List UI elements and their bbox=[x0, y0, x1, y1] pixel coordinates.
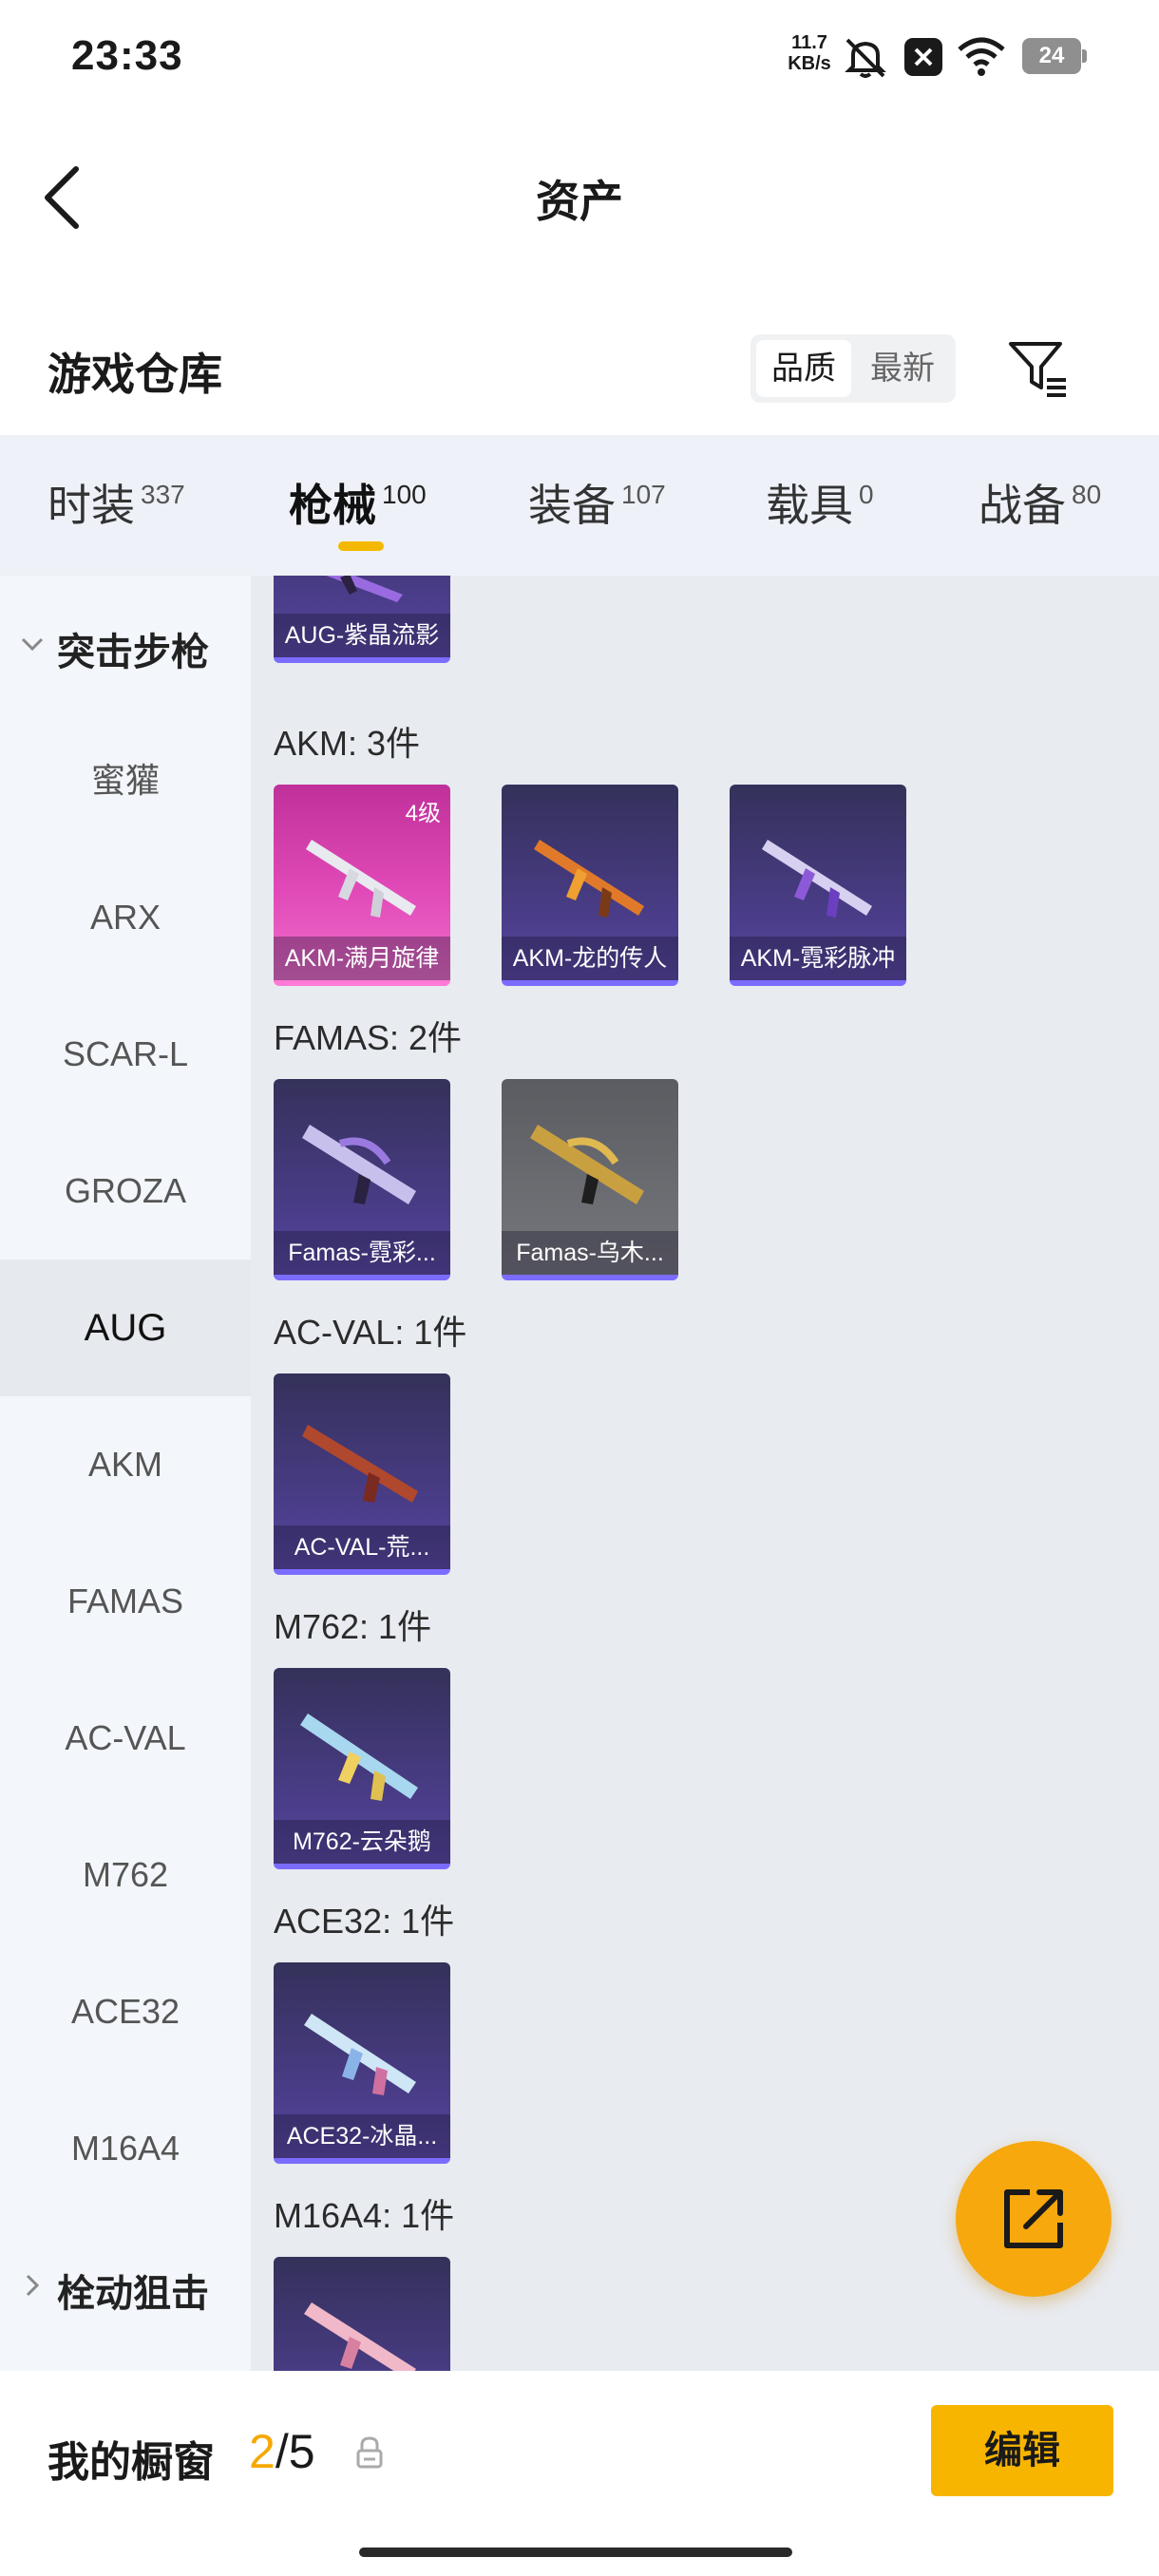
mute-icon bbox=[845, 38, 886, 78]
sidebar-item-honey-badger[interactable]: 蜜獾 bbox=[0, 712, 251, 849]
share-icon bbox=[1004, 2189, 1063, 2248]
battery-icon: 24 bbox=[1022, 38, 1081, 74]
skin-name: AKM-满月旋律 bbox=[274, 937, 450, 980]
active-tab-indicator bbox=[338, 541, 384, 551]
skin-name: AKM-龙的传人 bbox=[502, 937, 678, 980]
section-title-m16a4: M16A4: 1件 bbox=[274, 2196, 455, 2235]
chevron-right-icon bbox=[26, 2274, 40, 2297]
tab-equipment[interactable]: 装备 107 bbox=[528, 471, 666, 534]
skin-card[interactable]: AC-VAL-荒... bbox=[274, 1373, 450, 1575]
skin-name: AUG-紫晶流影 bbox=[274, 614, 450, 657]
tab-supplies[interactable]: 战备 80 bbox=[978, 471, 1101, 534]
skin-card[interactable]: M762-云朵鹅 bbox=[274, 1668, 450, 1869]
section-title-m762: M762: 1件 bbox=[274, 1607, 432, 1646]
tab-count: 100 bbox=[382, 480, 427, 509]
sidebar-group-bolt-snipers[interactable]: 栓动狙击 bbox=[0, 2217, 251, 2354]
tab-label: 战备 bbox=[978, 481, 1066, 530]
category-tabs: 时装 337 枪械 100 装备 107 载具 0 战备 80 bbox=[0, 435, 1159, 576]
sidebar-group-label: 突击步枪 bbox=[57, 632, 209, 673]
section-title-akm: AKM: 3件 bbox=[274, 724, 421, 763]
skin-card[interactable]: Famas-霓彩... bbox=[274, 1079, 450, 1280]
gun-skin-image bbox=[530, 1125, 644, 1204]
skin-name: AC-VAL-荒... bbox=[274, 1525, 450, 1569]
tab-vehicles[interactable]: 载具 0 bbox=[766, 471, 874, 534]
section-title-famas: FAMAS: 2件 bbox=[274, 1018, 463, 1057]
tab-label: 载具 bbox=[766, 481, 853, 530]
skin-card[interactable]: Famas-乌木... bbox=[502, 1079, 678, 1280]
sidebar-item-arx[interactable]: ARX bbox=[0, 849, 251, 986]
tab-label: 枪械 bbox=[289, 481, 376, 530]
filter-button[interactable] bbox=[1007, 338, 1070, 401]
tab-label: 时装 bbox=[48, 481, 135, 530]
battery-tip bbox=[1082, 49, 1087, 63]
showcase-count: 2/5 bbox=[249, 2424, 315, 2479]
status-bar: 23:33 11.7 KB/s 24 bbox=[0, 0, 1159, 114]
lock-icon bbox=[356, 2436, 383, 2469]
sidebar-item-aug[interactable]: AUG bbox=[0, 1260, 251, 1396]
sidebar-group-label: 栓动狙击 bbox=[57, 2273, 209, 2315]
skin-card[interactable]: AKM-龙的传人 bbox=[502, 785, 678, 986]
gun-skin-image bbox=[302, 1425, 418, 1503]
gun-skin-image bbox=[300, 1714, 418, 1801]
tab-guns[interactable]: 枪械 100 bbox=[289, 471, 427, 534]
sort-quality-button[interactable]: 品质 bbox=[756, 340, 851, 397]
sidebar-item-ace32[interactable]: ACE32 bbox=[0, 1943, 251, 2080]
section-title-ace32: ACE32: 1件 bbox=[274, 1902, 455, 1941]
weapon-sidebar: 突击步枪 蜜獾 ARX SCAR-L GROZA AUG AKM FAMAS A… bbox=[0, 576, 251, 2371]
sidebar-item-scar-l[interactable]: SCAR-L bbox=[0, 986, 251, 1123]
tab-count: 107 bbox=[621, 480, 666, 509]
wifi-icon bbox=[958, 37, 1005, 76]
network-speed: 11.7 KB/s bbox=[788, 32, 831, 74]
skin-card[interactable]: 4级 AKM-满月旋律 bbox=[274, 785, 450, 986]
page-title: 资产 bbox=[536, 177, 623, 226]
showcase-separator: / bbox=[275, 2425, 289, 2478]
skin-card[interactable]: ACE32-冰晶... bbox=[274, 1962, 450, 2164]
sidebar-group-assault-rifles[interactable]: 突击步枪 bbox=[0, 576, 251, 712]
share-button[interactable] bbox=[956, 2141, 1112, 2297]
gun-skin-image bbox=[534, 840, 644, 918]
tab-fashion[interactable]: 时装 337 bbox=[48, 471, 185, 534]
showcase-total: 5 bbox=[288, 2425, 315, 2478]
weapon-grid: AUG-紫晶流影 AKM: 3件 4级 AKM-满月旋律 AKM-龙的传人 AK… bbox=[251, 576, 1159, 2371]
home-indicator[interactable] bbox=[359, 2548, 792, 2557]
gun-skin-image bbox=[304, 2014, 416, 2095]
gun-skin-image bbox=[762, 840, 872, 918]
warehouse-title: 游戏仓库 bbox=[48, 350, 222, 399]
skin-card[interactable]: AKM-霓彩脉冲 bbox=[730, 785, 906, 986]
filter-icon bbox=[1009, 342, 1066, 397]
skin-name: Famas-霓彩... bbox=[274, 1231, 450, 1275]
skin-name: ACE32-冰晶... bbox=[274, 2114, 450, 2158]
tab-count: 337 bbox=[141, 480, 185, 509]
notification-close-icon bbox=[904, 38, 942, 76]
showcase-label: 我的橱窗 bbox=[48, 2439, 215, 2486]
sidebar-item-m762[interactable]: M762 bbox=[0, 1807, 251, 1943]
tab-label: 装备 bbox=[528, 481, 616, 530]
sidebar-item-m16a4[interactable]: M16A4 bbox=[0, 2080, 251, 2217]
chevron-down-icon bbox=[21, 637, 44, 652]
sidebar-item-famas[interactable]: FAMAS bbox=[0, 1533, 251, 1670]
gun-skin-image bbox=[306, 840, 416, 918]
skin-name: AKM-霓彩脉冲 bbox=[730, 937, 906, 980]
sidebar-item-ac-val[interactable]: AC-VAL bbox=[0, 1670, 251, 1807]
sort-toggle: 品质 最新 bbox=[750, 334, 956, 403]
showcase-current: 2 bbox=[249, 2425, 276, 2478]
clock: 23:33 bbox=[71, 32, 183, 79]
sort-newest-button[interactable]: 最新 bbox=[855, 340, 950, 397]
skin-card[interactable] bbox=[274, 2257, 450, 2371]
skin-card[interactable]: AUG-紫晶流影 bbox=[274, 576, 450, 663]
tab-count: 0 bbox=[859, 480, 874, 509]
tab-count: 80 bbox=[1072, 480, 1102, 509]
edit-button[interactable]: 编辑 bbox=[931, 2405, 1113, 2496]
skin-name: M762-云朵鹅 bbox=[274, 1820, 450, 1864]
sidebar-item-akm[interactable]: AKM bbox=[0, 1396, 251, 1533]
skin-name: Famas-乌木... bbox=[502, 1231, 678, 1275]
sidebar-item-groza[interactable]: GROZA bbox=[0, 1123, 251, 1260]
gun-skin-image bbox=[304, 2302, 416, 2371]
section-title-ac-val: AC-VAL: 1件 bbox=[274, 1313, 467, 1352]
gun-skin-image bbox=[302, 1125, 416, 1204]
gun-skin-image bbox=[326, 576, 403, 602]
